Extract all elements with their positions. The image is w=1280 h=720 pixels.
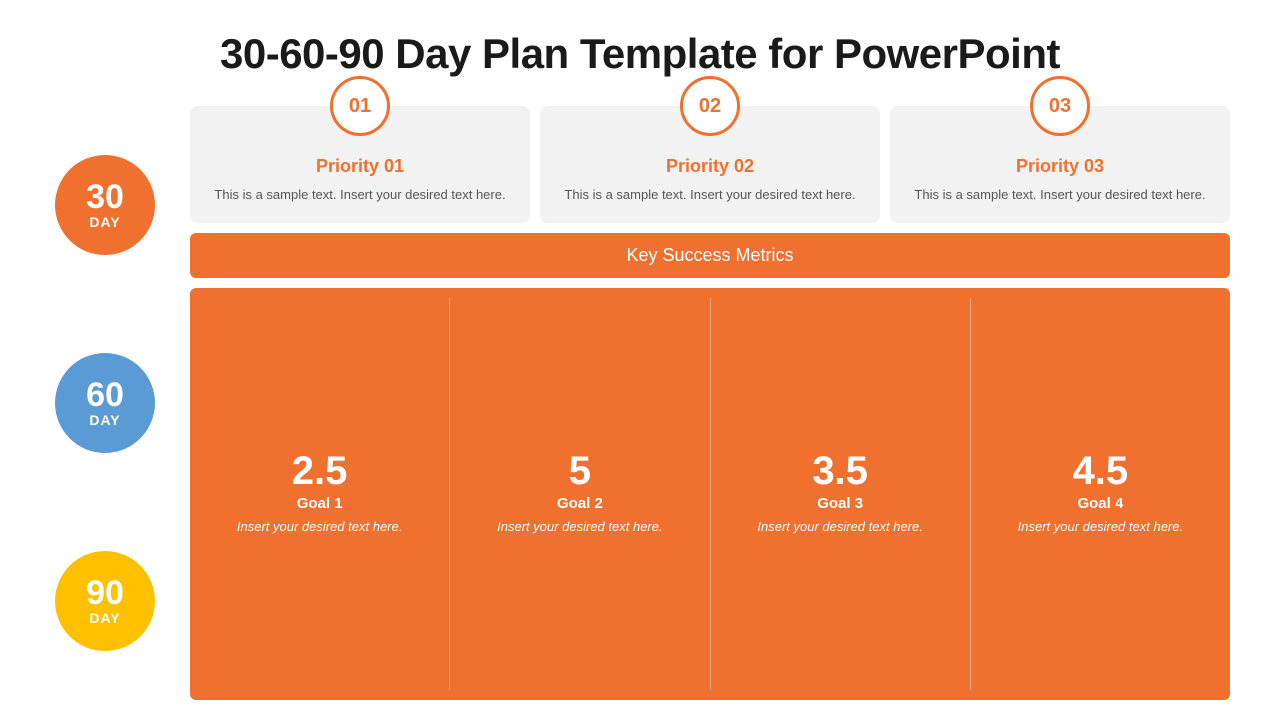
right-content: 01 Priority 01 This is a sample text. In…: [190, 106, 1230, 700]
priority-card-3: 03 Priority 03 This is a sample text. In…: [890, 106, 1230, 223]
goal-2-number: 5: [569, 451, 591, 491]
priority-1-number: 01: [349, 95, 371, 118]
goal-1-text: Insert your desired text here.: [237, 518, 402, 536]
priority-card-2: 02 Priority 02 This is a sample text. In…: [540, 106, 880, 223]
goal-4-text: Insert your desired text here.: [1018, 518, 1183, 536]
goal-2-text: Insert your desired text here.: [497, 518, 662, 536]
priority-2-number: 02: [699, 95, 721, 118]
day-30-label: DAY: [89, 214, 120, 230]
priority-2-title: Priority 02: [666, 156, 754, 177]
day-30-number: 30: [86, 180, 124, 214]
goal-1-title: Goal 1: [297, 495, 343, 512]
page-title: 30-60-90 Day Plan Template for PowerPoin…: [50, 30, 1230, 78]
day-60-number: 60: [86, 378, 124, 412]
priority-3-text: This is a sample text. Insert your desir…: [914, 185, 1205, 205]
day-90-number: 90: [86, 576, 124, 610]
goal-2-title: Goal 2: [557, 495, 603, 512]
goals-row: 2.5 Goal 1 Insert your desired text here…: [190, 288, 1230, 701]
priority-1-text: This is a sample text. Insert your desir…: [214, 185, 505, 205]
goal-3-title: Goal 3: [817, 495, 863, 512]
day-60-circle: 60 DAY: [55, 353, 155, 453]
priority-2-circle: 02: [680, 76, 740, 136]
day-30-circle: 30 DAY: [55, 155, 155, 255]
goal-3-text: Insert your desired text here.: [757, 518, 922, 536]
main-content: 30 DAY 60 DAY 90 DAY 01 Priority 01 This…: [50, 106, 1230, 700]
goal-1-number: 2.5: [292, 451, 348, 491]
day-circles: 30 DAY 60 DAY 90 DAY: [50, 106, 160, 700]
day-90-label: DAY: [89, 610, 120, 626]
priority-1-circle: 01: [330, 76, 390, 136]
day-60-label: DAY: [89, 412, 120, 428]
metrics-banner: Key Success Metrics: [190, 233, 1230, 278]
priority-row: 01 Priority 01 This is a sample text. In…: [190, 106, 1230, 223]
goal-3-number: 3.5: [812, 451, 868, 491]
goal-4-number: 4.5: [1073, 451, 1129, 491]
priority-3-title: Priority 03: [1016, 156, 1104, 177]
priority-1-title: Priority 01: [316, 156, 404, 177]
goal-4-title: Goal 4: [1077, 495, 1123, 512]
goal-item-1: 2.5 Goal 1 Insert your desired text here…: [190, 298, 450, 691]
goal-item-3: 3.5 Goal 3 Insert your desired text here…: [711, 298, 971, 691]
goal-item-4: 4.5 Goal 4 Insert your desired text here…: [971, 298, 1230, 691]
priority-card-1: 01 Priority 01 This is a sample text. In…: [190, 106, 530, 223]
priority-3-circle: 03: [1030, 76, 1090, 136]
goal-item-2: 5 Goal 2 Insert your desired text here.: [450, 298, 710, 691]
priority-2-text: This is a sample text. Insert your desir…: [564, 185, 855, 205]
priority-3-number: 03: [1049, 95, 1071, 118]
day-90-circle: 90 DAY: [55, 551, 155, 651]
